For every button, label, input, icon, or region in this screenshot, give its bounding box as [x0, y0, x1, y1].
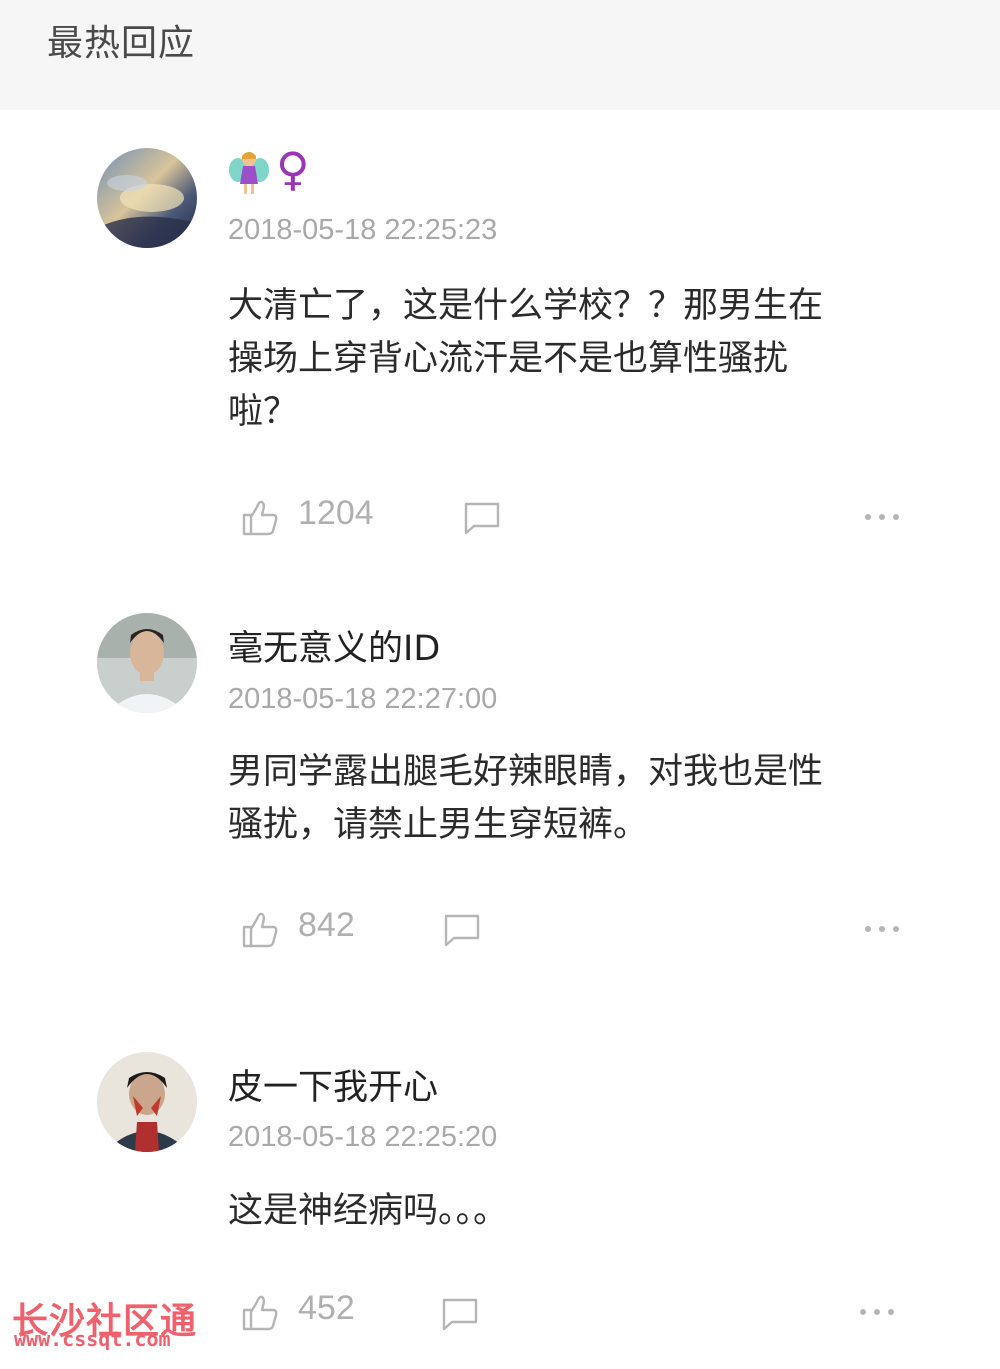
- reply-icon[interactable]: [442, 912, 482, 948]
- user-badges: ♀: [228, 142, 328, 200]
- watermark-url: www.cssqt.com: [14, 1327, 171, 1351]
- reply-icon[interactable]: [462, 500, 502, 536]
- comment-line: 大清亡了，这是什么学校？？那男生在: [228, 286, 824, 326]
- comment-line: 操场上穿背心流汗是不是也算性骚扰: [228, 339, 789, 379]
- comment-timestamp: 2018-05-18 22:25:23: [228, 214, 498, 246]
- like-count: 842: [298, 906, 355, 944]
- section-title: 最热回应: [47, 23, 196, 64]
- more-icon[interactable]: [863, 924, 903, 934]
- comment-timestamp: 2018-05-18 22:25:20: [228, 1121, 498, 1153]
- username[interactable]: 毫无意义的ID: [228, 620, 440, 671]
- comment-text: 男同学露出腿毛好辣眼睛，对我也是性 骚扰，请禁止男生穿短裤。: [228, 746, 888, 852]
- comment-line: 骚扰，请禁止男生穿短裤。: [228, 805, 649, 845]
- avatar[interactable]: [97, 613, 197, 713]
- more-icon[interactable]: [858, 1307, 898, 1317]
- comment-timestamp: 2018-05-18 22:27:00: [228, 683, 498, 715]
- more-icon[interactable]: [863, 512, 903, 522]
- avatar[interactable]: [97, 1052, 197, 1152]
- username[interactable]: 皮一下我开心: [228, 1059, 438, 1110]
- like-count: 452: [298, 1289, 355, 1327]
- comment-line: 男同学露出腿毛好辣眼睛，对我也是性: [228, 752, 824, 792]
- like-count: 1204: [298, 494, 374, 532]
- like-icon[interactable]: [240, 1292, 280, 1332]
- reply-icon[interactable]: [440, 1296, 480, 1332]
- comment-text: 这是神经病吗。。。: [228, 1185, 888, 1238]
- fairy-emoji-icon: [229, 152, 269, 194]
- like-icon[interactable]: [240, 909, 280, 949]
- comment-text: 大清亡了，这是什么学校？？那男生在 操场上穿背心流汗是不是也算性骚扰 啦？: [228, 280, 888, 439]
- comment-line: 啦？: [228, 392, 299, 432]
- like-icon[interactable]: [240, 497, 280, 537]
- watermark: 长沙社区通 www.cssqt.com: [12, 1292, 217, 1362]
- avatar[interactable]: [97, 148, 197, 248]
- section-header: 最热回应: [0, 0, 1000, 110]
- female-sign-icon: ♀: [276, 142, 310, 196]
- comment-line: 这是神经病吗。。。: [228, 1191, 509, 1231]
